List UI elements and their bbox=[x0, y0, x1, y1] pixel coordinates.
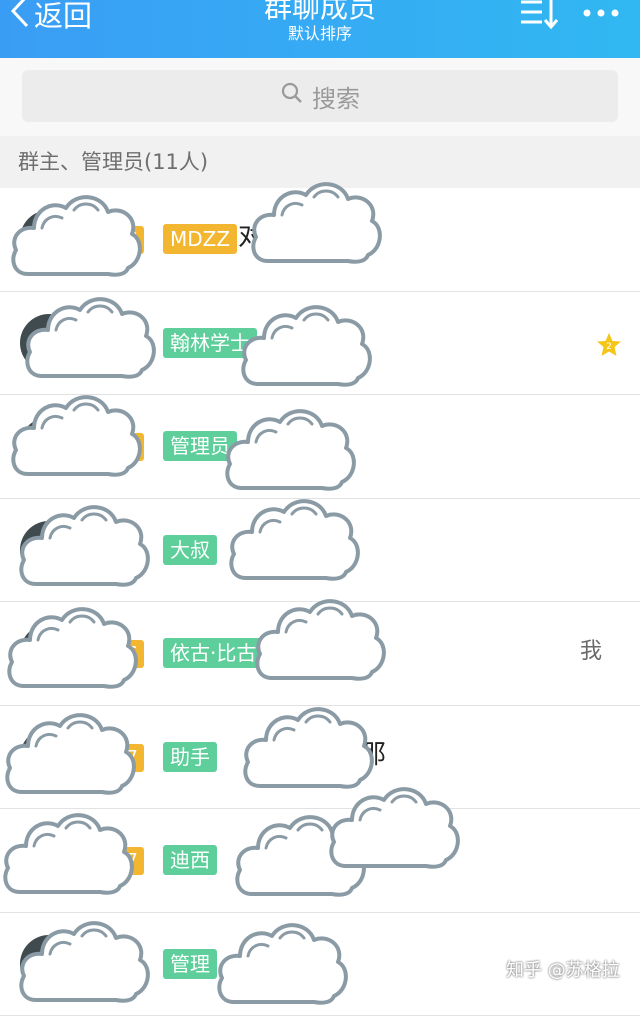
sort-button[interactable] bbox=[518, 0, 562, 32]
cloud-icon bbox=[240, 700, 376, 792]
search-input[interactable]: 搜索 bbox=[22, 70, 618, 122]
cloud-icon bbox=[4, 600, 140, 692]
chevron-left-icon bbox=[10, 0, 34, 35]
cloud-icon bbox=[8, 388, 144, 480]
search-icon bbox=[280, 81, 312, 111]
cloud-icon bbox=[214, 916, 350, 1008]
svg-text:2: 2 bbox=[606, 342, 612, 352]
cloud-icon bbox=[0, 806, 136, 898]
title-bar: 返回 群聊成员 默认排序 bbox=[0, 0, 640, 58]
cloud-icon bbox=[326, 780, 462, 872]
owner-star-icon: 2 bbox=[596, 332, 622, 362]
cloud-icon bbox=[222, 402, 358, 494]
cloud-icon bbox=[252, 592, 388, 684]
more-button[interactable] bbox=[578, 0, 626, 26]
member-title-tag: 助手 bbox=[163, 742, 217, 772]
more-dots-icon bbox=[578, 11, 626, 30]
cloud-icon bbox=[2, 706, 138, 798]
search-bar: 搜索 bbox=[0, 58, 640, 136]
search-placeholder: 搜索 bbox=[312, 79, 360, 114]
cloud-icon bbox=[248, 175, 384, 267]
cloud-icon bbox=[16, 498, 152, 590]
cloud-icon bbox=[16, 914, 152, 1006]
member-title-tag: 大叔 bbox=[163, 535, 217, 565]
member-title-tag: MDZZ bbox=[163, 224, 237, 254]
member-title-tag: 迪西 bbox=[163, 845, 217, 875]
back-button[interactable]: 返回 bbox=[10, 0, 92, 34]
me-label: 我 bbox=[580, 636, 602, 668]
cloud-icon bbox=[238, 298, 374, 390]
back-label: 返回 bbox=[34, 0, 92, 35]
sort-icon bbox=[518, 17, 562, 36]
cloud-icon bbox=[226, 492, 362, 584]
sort-mode-label: 默认排序 bbox=[200, 23, 440, 45]
cloud-icon bbox=[22, 290, 158, 382]
cloud-icon bbox=[8, 188, 144, 280]
member-title-tag: 依古·比古 bbox=[163, 638, 263, 668]
member-title-tag: 管理 bbox=[163, 949, 217, 979]
watermark: 知乎 @苏格拉 bbox=[506, 956, 620, 982]
